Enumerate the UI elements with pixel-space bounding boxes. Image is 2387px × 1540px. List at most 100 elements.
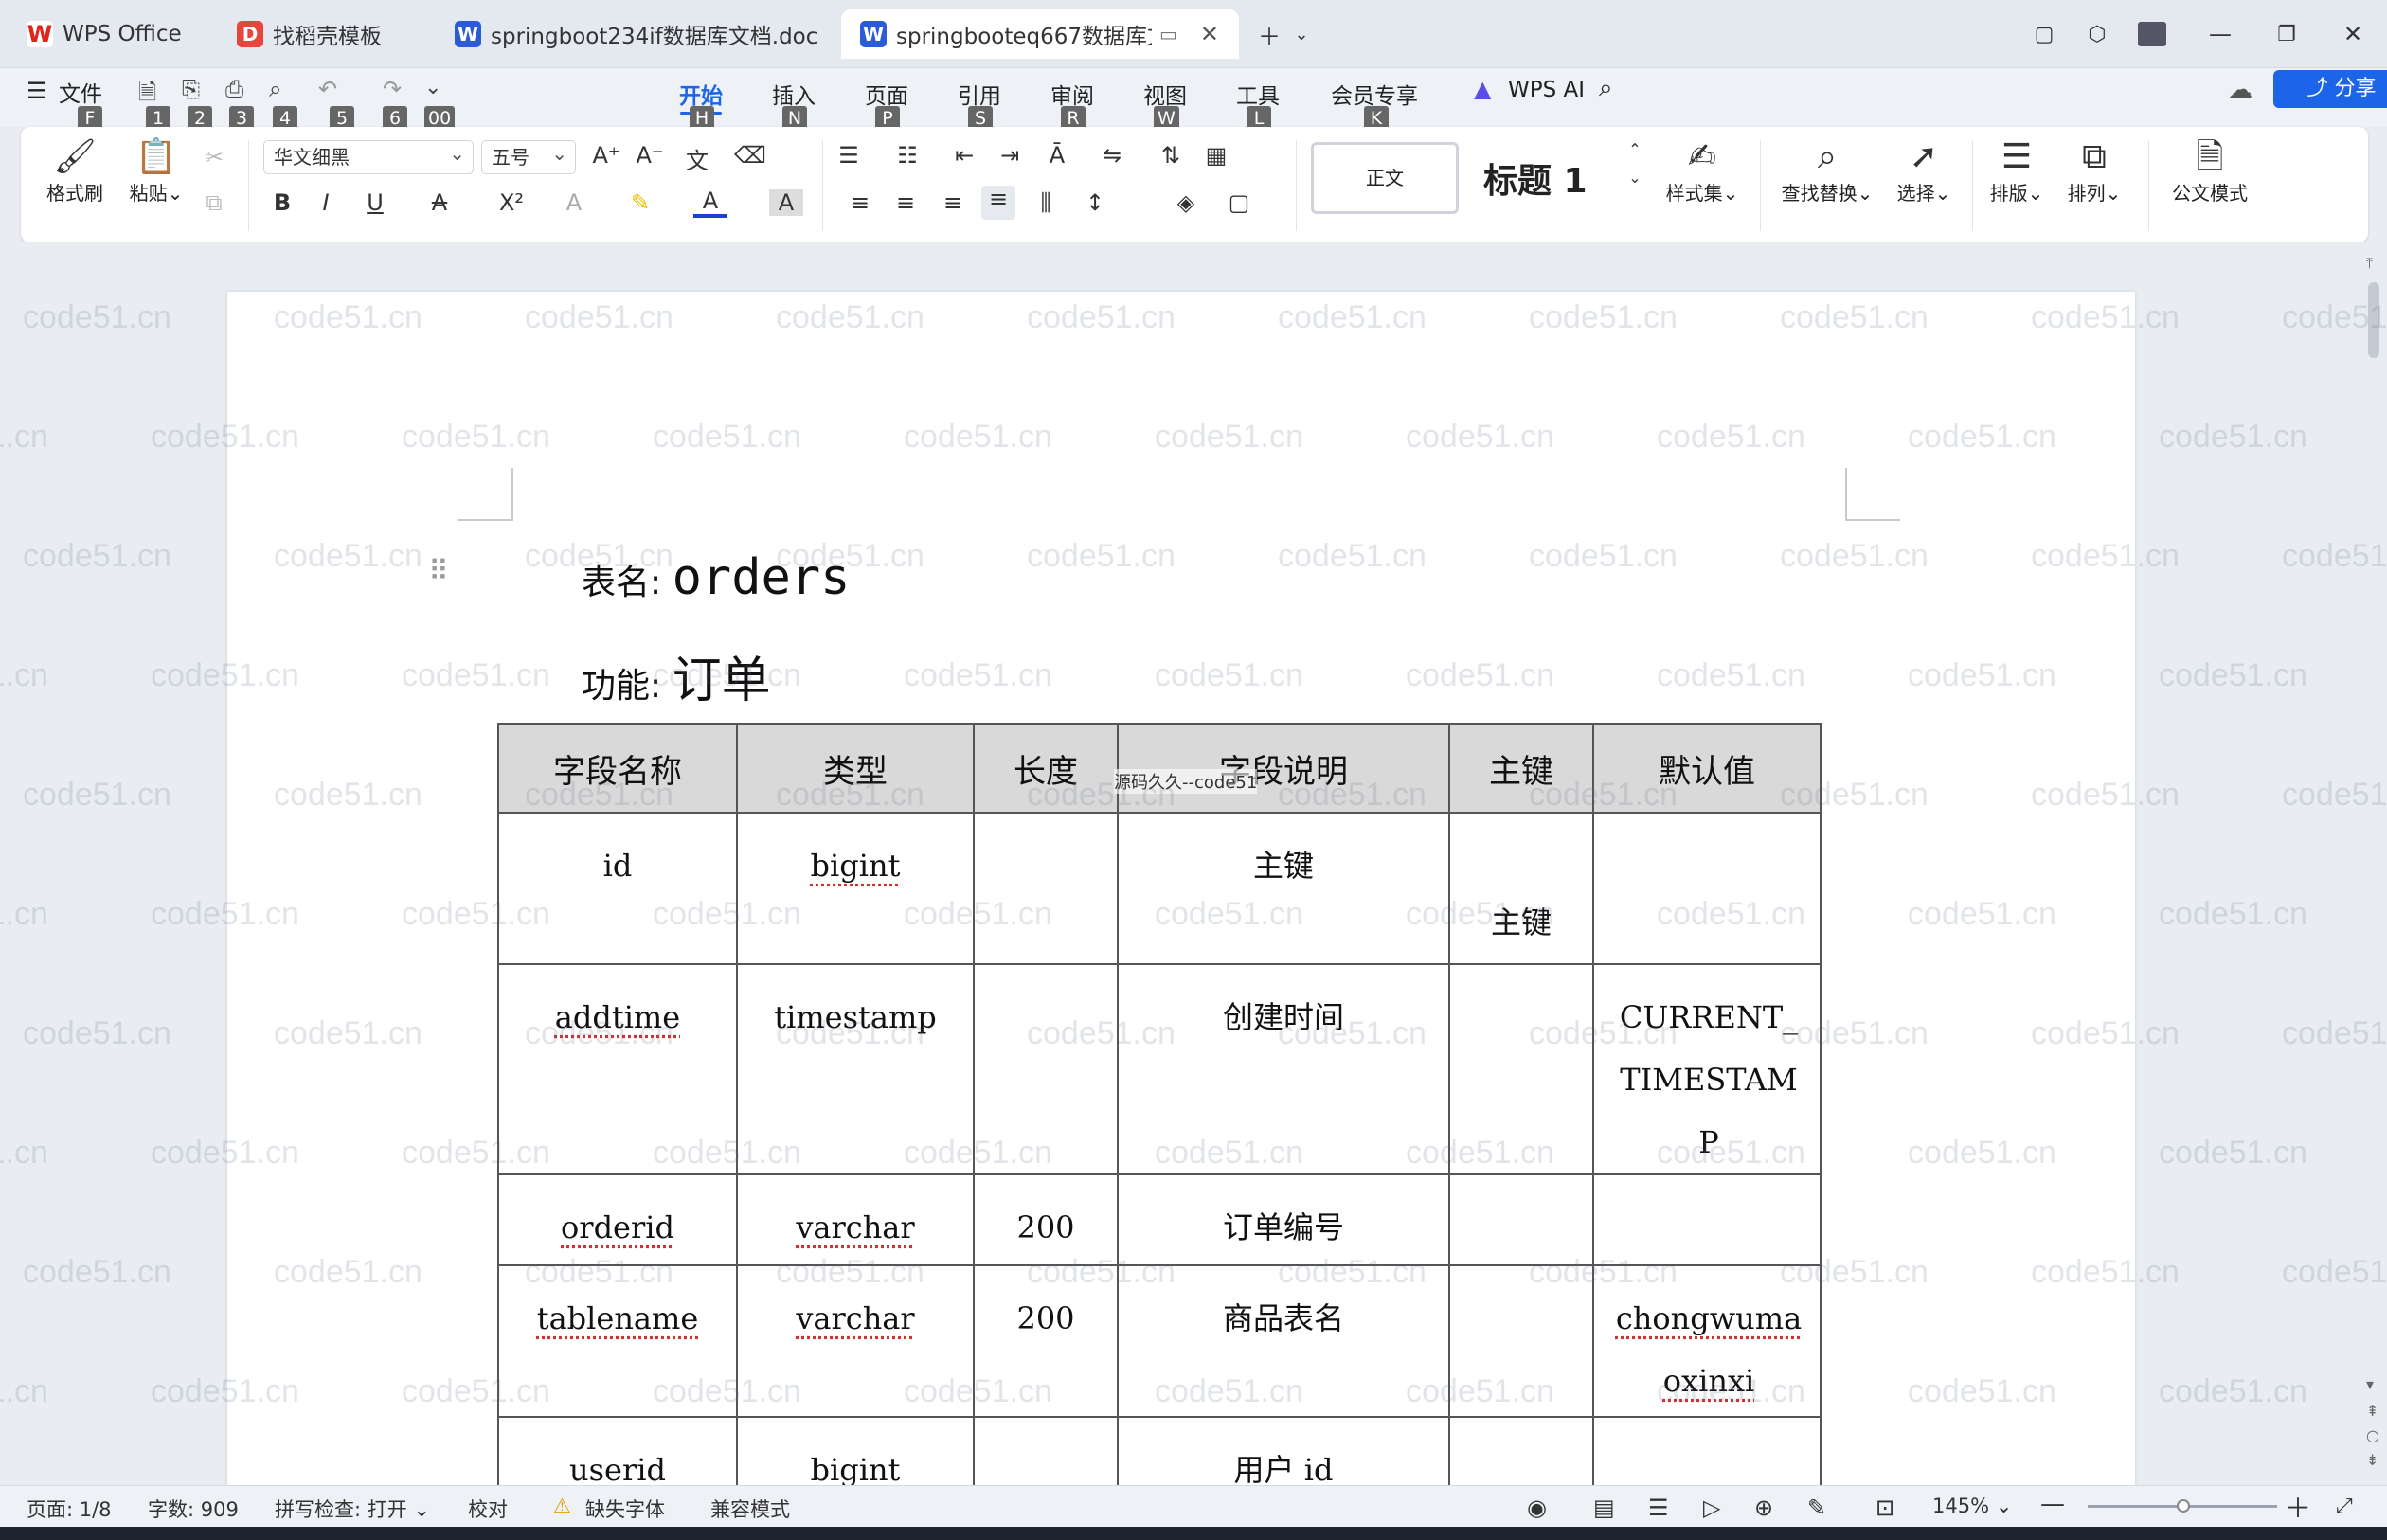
shrink-font-icon[interactable]: A⁻ [633,142,667,169]
cloud-upload-icon[interactable]: ☁ [2228,76,2252,104]
chevron-down-icon[interactable]: ⌄ [1281,13,1322,55]
spell-check[interactable]: 拼写检查: 打开 ⌄ [275,1495,430,1523]
layout-button[interactable]: ☰ 排版⌄ [1983,136,2050,206]
highlight-icon[interactable]: ✎ [623,189,657,216]
watermark-text: code51.cn [1155,1373,1303,1409]
chevron-down-icon[interactable]: ⌄ [1618,169,1652,187]
border-icon[interactable]: ▢ [1222,189,1256,216]
tab-page[interactable]: 页面 [849,78,924,110]
phonetic-icon[interactable]: 文 [680,142,714,175]
tab-doc-springboot234if[interactable]: W springboot234if数据库文档.doc [436,9,834,59]
increase-indent-icon[interactable]: ⇥ [993,142,1027,169]
paste-button[interactable]: 📋 粘贴⌄ [123,136,189,206]
watermark-text: code51.cn [1027,777,1176,813]
print-icon[interactable]: ⎙ [225,76,243,102]
bold-icon[interactable]: B [265,189,299,216]
tab-wps-office[interactable]: W WPS Office [8,9,225,59]
minimize-icon[interactable]: — [2199,13,2241,55]
show-marks-icon[interactable]: ▦ [1199,142,1233,169]
zoom-out-icon[interactable]: — [2040,1490,2065,1518]
page-view-icon[interactable]: ▤ [1593,1495,1615,1521]
fit-page-icon[interactable]: ⊡ [1876,1495,1894,1521]
arrange-icon: ⧉ [2082,137,2107,176]
window-close-icon[interactable]: ✕ [2332,13,2374,55]
tab-insert[interactable]: 插入 [756,78,832,110]
align-center-icon[interactable]: ≡ [888,189,923,216]
tab-docer-templates[interactable]: D 找稻壳模板 [218,9,428,59]
tab-member[interactable]: 会员专享 [1322,78,1427,110]
redo-icon[interactable]: ↷ [383,76,402,102]
eye-icon[interactable]: ◉ [1527,1495,1547,1521]
sort-icon[interactable]: ⇅ [1154,142,1188,169]
wps-ai-button[interactable]: WPS AI [1508,78,1585,102]
avatar[interactable] [2131,13,2173,55]
pen-icon[interactable]: ✎ [1807,1495,1826,1521]
tab-view[interactable]: 视图 [1127,78,1203,110]
close-icon[interactable]: ✕ [1200,21,1219,47]
arrange-button[interactable]: ⧉ 排列⌄ [2061,136,2127,206]
shading-icon[interactable]: ◈ [1169,189,1203,216]
align-left-icon[interactable]: ≡ [843,189,877,216]
grow-font-icon[interactable]: A⁺ [589,142,623,169]
tab-tools[interactable]: 工具 [1220,78,1296,110]
zoom-slider-handle[interactable] [2177,1499,2190,1513]
tab-review[interactable]: 审阅 [1034,78,1110,110]
document-area[interactable]: code51.cn code51.cn code51.cn code51.cn code… [0,242,2387,1485]
style-heading-1[interactable]: 标题 1 [1483,153,1588,203]
undo-icon[interactable]: ↶ [318,76,337,102]
select-button[interactable]: ➚ 选择⌄ [1891,136,1957,206]
web-view-icon[interactable]: ⊕ [1754,1495,1773,1521]
share-button[interactable]: ⤴ 分享 [2273,70,2387,108]
font-size-select[interactable]: 五号 [481,137,576,174]
cursor-icon: ➚ [1909,137,1939,176]
word-count[interactable]: 字数: 909 [148,1495,239,1523]
page-indicator[interactable]: 页面: 1/8 [27,1495,112,1523]
text-effect-icon[interactable]: A [557,189,591,216]
search-icon[interactable]: ⌕ [1599,74,1613,103]
zoom-level[interactable]: 145% ⌄ [1932,1495,2012,1517]
zoom-in-icon[interactable]: ＋ [2285,1488,2311,1526]
chevron-down-icon[interactable]: ⌄ [424,76,441,99]
format-painter-button[interactable]: 🖌 格式刷 [42,136,108,206]
font-color-icon[interactable]: A [693,188,727,218]
outline-view-icon[interactable]: ☰ [1648,1495,1669,1521]
distribute-icon[interactable]: ⫼ [1029,189,1063,216]
italic-icon[interactable]: I [309,189,343,216]
export-icon[interactable]: ⎘ [182,76,200,102]
chinese-layout-icon[interactable]: Ā [1040,142,1074,169]
chevron-up-icon[interactable]: ⌃ [1618,140,1652,158]
fullscreen-icon[interactable]: ⤢ [2336,1495,2353,1518]
bullet-list-icon[interactable]: ☰ [832,142,866,169]
restore-icon[interactable]: ❐ [2266,13,2307,55]
proofread-button[interactable]: 校对 [468,1495,508,1523]
line-spacing-icon[interactable]: ↕ [1078,189,1112,216]
font-name-select[interactable]: 华文细黑 [263,137,474,174]
numbered-list-icon[interactable]: ☷ [890,142,924,169]
window-mode-icon[interactable]: ▢ [2023,13,2065,55]
find-replace-button[interactable]: ⌕ 查找替换⌄ [1775,136,1879,206]
official-mode-button[interactable]: 🗎 公文模式 [2167,136,2252,206]
tab-doc-springbooteq667[interactable]: W springbooteq667数据库文档 ▭ ✕ [841,9,1239,59]
char-shading-icon[interactable]: A [769,189,803,216]
align-right-icon[interactable]: ≡ [936,189,970,216]
strikethrough-icon[interactable]: A [422,189,457,216]
text-direction-icon[interactable]: ⇋ [1095,142,1129,169]
tab-references[interactable]: 引用 [942,78,1017,110]
watermark-text: code51.cn [23,1015,171,1051]
copy-icon[interactable]: ⧉ [197,189,231,216]
tab-label: springboot234if数据库文档.doc [491,25,818,49]
clear-format-icon[interactable]: ⌫ [733,142,767,169]
style-set-button[interactable]: ✍ 样式集⌄ [1660,136,1745,206]
superscript-icon[interactable]: X² [494,189,529,216]
style-normal[interactable]: 正文 [1311,142,1459,214]
play-icon[interactable]: ▷ [1703,1495,1720,1521]
decrease-indent-icon[interactable]: ⇤ [947,142,981,169]
file-menu[interactable]: 文件 [59,76,102,108]
cube-icon[interactable]: ⬡ [2076,13,2118,55]
hamburger-icon[interactable]: ☰ [27,78,47,104]
cut-icon[interactable]: ✂ [197,144,231,170]
print-preview-icon[interactable]: ⌕ [269,76,281,102]
missing-font-button[interactable]: 缺失字体 [585,1495,665,1523]
underline-icon[interactable]: U [358,189,392,216]
justify-icon[interactable]: ≡ [981,186,1015,220]
